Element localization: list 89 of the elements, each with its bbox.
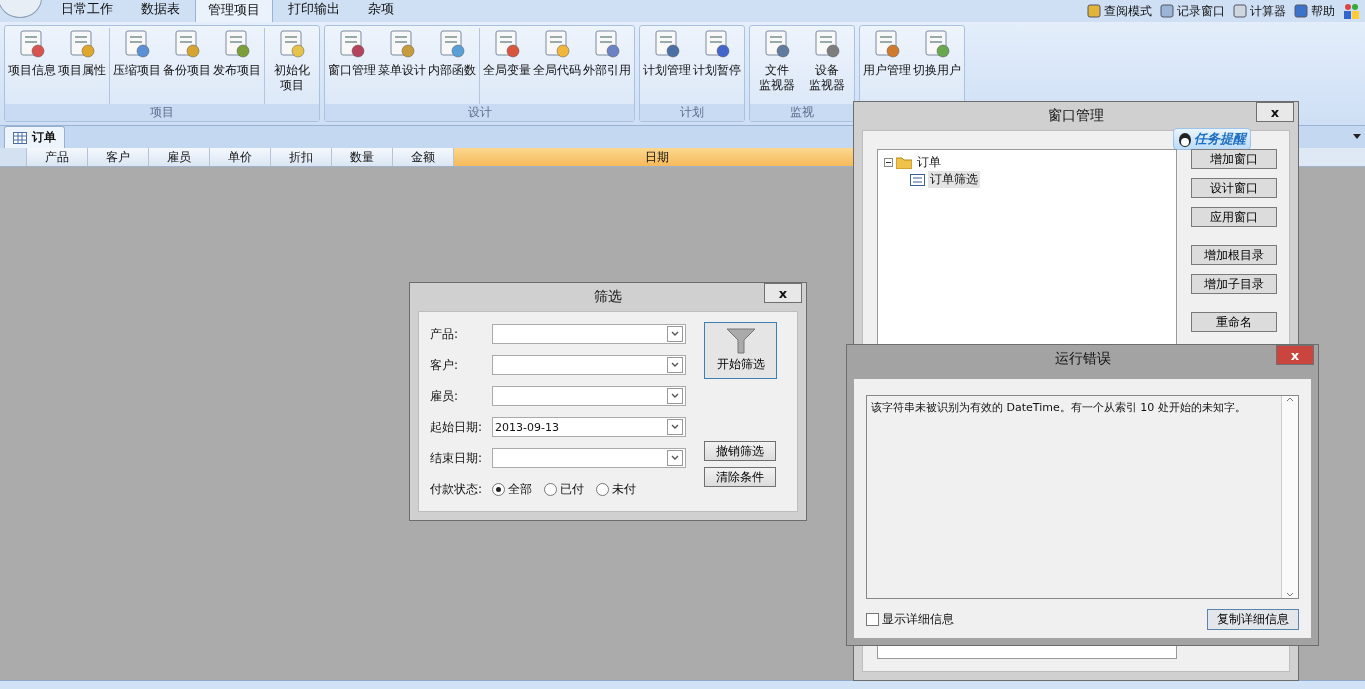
ribbon-button[interactable]: 发布项目 xyxy=(212,28,262,104)
ribbon-button[interactable]: 项目属性 xyxy=(57,28,107,104)
ribbon-button[interactable]: 项目信息 xyxy=(7,28,57,104)
show-details-checkbox[interactable]: 显示详细信息 xyxy=(866,611,954,628)
dialog-button[interactable]: 重命名 xyxy=(1191,312,1277,332)
combo-field[interactable] xyxy=(492,355,686,375)
ribbon-tab[interactable]: 杂项 xyxy=(355,0,407,22)
ribbon-button[interactable]: 全局变量 xyxy=(482,28,532,104)
toolbar-link[interactable]: 查阅模式 xyxy=(1087,2,1152,20)
dialog-title: 运行错误 xyxy=(1054,350,1111,368)
toolbar-link[interactable]: 记录窗口 xyxy=(1160,2,1225,20)
tree-item[interactable]: 订单筛选 xyxy=(928,171,980,188)
radio-option[interactable]: 全部 xyxy=(492,480,532,498)
error-message: 该字符串未被识别为有效的 DateTime。有一个从索引 10 处开始的未知字。 xyxy=(870,400,1247,416)
close-button[interactable]: x xyxy=(1276,345,1314,365)
group-label: 监视 xyxy=(750,104,854,121)
group-label: 项目 xyxy=(5,104,319,121)
ribbon-button[interactable]: 文件 监视器 xyxy=(752,28,802,104)
field-label: 客户: xyxy=(430,356,460,374)
task-reminder-badge[interactable]: 任务提醒 xyxy=(1173,128,1251,150)
chevron-down-icon xyxy=(671,393,679,399)
column-header[interactable]: 折扣 xyxy=(271,148,332,166)
close-button[interactable]: x xyxy=(764,283,802,303)
column-header[interactable]: 金额 xyxy=(393,148,454,166)
column-header[interactable]: 数量 xyxy=(332,148,393,166)
ribbon-button[interactable]: 备份项目 xyxy=(162,28,212,104)
funnel-icon xyxy=(725,328,756,354)
folder-icon xyxy=(896,156,912,169)
chevron-down-icon xyxy=(671,362,679,368)
chevron-down-icon xyxy=(671,455,679,461)
start-filter-button[interactable]: 开始筛选 xyxy=(704,322,777,379)
document-tab[interactable]: 订单 xyxy=(4,126,65,148)
toolbar-link[interactable]: 计算器 xyxy=(1233,2,1286,20)
cancel-filter-button[interactable]: 撤销筛选 xyxy=(704,441,776,461)
field-label: 付款状态: xyxy=(430,480,484,498)
group-label: 设计 xyxy=(325,104,634,121)
ribbon-button[interactable]: 切换用户 xyxy=(912,28,962,104)
ribbon-button[interactable]: 全局代码 xyxy=(532,28,582,104)
field-label: 结束日期: xyxy=(430,449,484,467)
chevron-down-icon xyxy=(671,331,679,337)
combo-field[interactable] xyxy=(492,324,686,344)
dialog-title: 窗口管理 xyxy=(1048,107,1104,125)
ribbon-button[interactable]: 计划管理 xyxy=(642,28,692,104)
tree-item[interactable]: 订单 xyxy=(915,154,943,171)
group-label: 计划 xyxy=(640,104,744,121)
ribbon-button[interactable]: 外部引用 xyxy=(582,28,632,104)
ribbon-button[interactable]: 用户管理 xyxy=(862,28,912,104)
close-button[interactable]: x xyxy=(1256,102,1294,122)
chevron-down-icon xyxy=(671,424,679,430)
column-header[interactable]: 客户 xyxy=(88,148,149,166)
clear-button[interactable]: 清除条件 xyxy=(704,467,776,487)
copy-details-button[interactable]: 复制详细信息 xyxy=(1207,609,1299,630)
dialog-button[interactable]: 应用窗口 xyxy=(1191,207,1277,227)
radio-option[interactable]: 未付 xyxy=(596,480,636,498)
table-icon xyxy=(13,131,27,144)
caret-icon[interactable] xyxy=(1353,134,1361,139)
combo-field[interactable]: 2013-09-13 xyxy=(492,417,686,437)
ribbon-button[interactable]: 窗口管理 xyxy=(327,28,377,104)
ribbon-button[interactable]: 初始化 项目 xyxy=(267,28,317,104)
radio-option[interactable]: 已付 xyxy=(544,480,584,498)
field-label: 起始日期: xyxy=(430,418,484,436)
ribbon-tab[interactable]: 日常工作 xyxy=(48,0,126,22)
ribbon-button[interactable]: 设备 监视器 xyxy=(802,28,852,104)
column-header[interactable]: 单价 xyxy=(210,148,271,166)
ribbon-tab[interactable]: 数据表 xyxy=(128,0,193,22)
toolbar-link[interactable]: 帮助 xyxy=(1294,2,1335,20)
ribbon-button[interactable]: 计划暂停 xyxy=(692,28,742,104)
field-label: 雇员: xyxy=(430,387,460,405)
dialog-title: 筛选 xyxy=(594,288,622,306)
ribbon-tab[interactable]: 管理项目 xyxy=(195,0,273,22)
scroll-down-icon[interactable] xyxy=(1286,592,1294,598)
collapse-icon[interactable] xyxy=(884,158,893,167)
dialog-button[interactable]: 设计窗口 xyxy=(1191,178,1277,198)
grid-corner[interactable] xyxy=(0,148,27,166)
combo-field[interactable] xyxy=(492,448,686,468)
scrollbar[interactable] xyxy=(1281,396,1298,598)
dialog-button[interactable]: 增加窗口 xyxy=(1191,149,1277,169)
column-header[interactable]: 雇员 xyxy=(149,148,210,166)
dialog-button[interactable]: 增加根目录 xyxy=(1191,245,1277,265)
ribbon-button[interactable]: 压缩项目 xyxy=(112,28,162,104)
ribbon-button[interactable]: 菜单设计 xyxy=(377,28,427,104)
combo-field[interactable] xyxy=(492,386,686,406)
ribbon-button[interactable]: 内部函数 xyxy=(427,28,477,104)
dialog-button[interactable]: 增加子目录 xyxy=(1191,274,1277,294)
ribbon-tab[interactable]: 打印输出 xyxy=(275,0,353,22)
column-header[interactable]: 产品 xyxy=(27,148,88,166)
scroll-up-icon[interactable] xyxy=(1286,396,1294,402)
field-label: 产品: xyxy=(430,325,460,343)
form-icon xyxy=(910,173,925,186)
